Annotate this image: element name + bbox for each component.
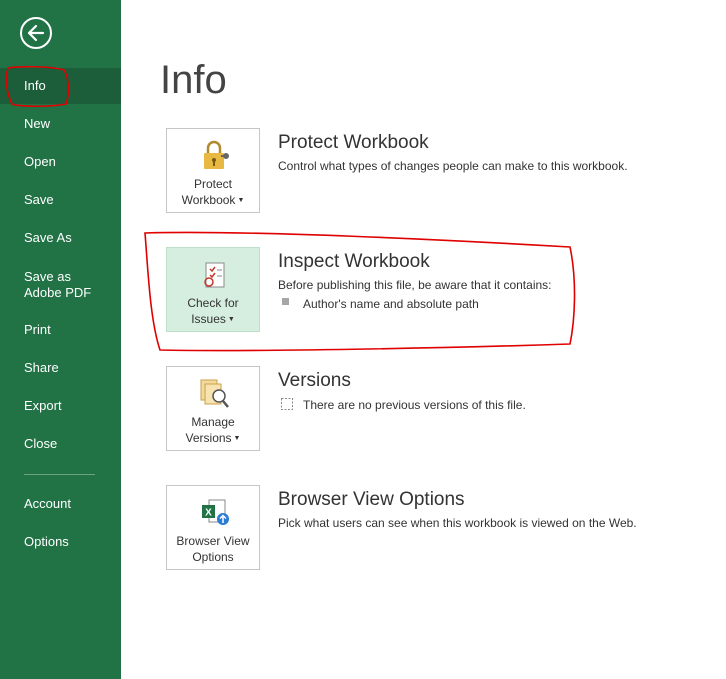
sidebar-item-save-as-adobe-pdf[interactable]: Save as Adobe PDF (0, 266, 110, 306)
backstage-sidebar: Info New Open Save Save As Save as Adobe… (0, 0, 121, 679)
inspect-workbook-title: Inspect Workbook (278, 251, 430, 272)
versions-item: There are no previous versions of this f… (303, 398, 526, 412)
sidebar-item-export[interactable]: Export (0, 388, 121, 424)
sidebar-item-save[interactable]: Save (0, 182, 121, 218)
dropdown-caret-icon: ▼ (233, 435, 241, 442)
browser-label-line1: Browser View (176, 534, 250, 548)
browser-view-options-button[interactable]: X Browser View Options (166, 485, 260, 570)
lock-key-icon (204, 140, 229, 169)
sidebar-item-options[interactable]: Options (0, 524, 121, 560)
manage-versions-button[interactable]: Manage Versions ▼ (166, 366, 260, 451)
page-title: Info (160, 58, 227, 102)
document-dotted-icon (281, 398, 293, 410)
sidebar-divider (24, 474, 95, 475)
inspect-item-author-path: Author's name and absolute path (303, 297, 479, 311)
protect-workbook-title: Protect Workbook (278, 132, 429, 153)
sidebar-item-print[interactable]: Print (0, 312, 121, 348)
inspect-label-line1: Check for (187, 296, 239, 310)
sidebar-item-save-as[interactable]: Save As (0, 220, 121, 256)
protect-workbook-button[interactable]: Protect Workbook ▼ (166, 128, 260, 213)
dropdown-caret-icon: ▼ (227, 316, 235, 323)
browser-view-options-title: Browser View Options (278, 489, 465, 510)
svg-text:X: X (205, 508, 212, 519)
versions-title: Versions (278, 370, 351, 391)
versions-label-line1: Manage (191, 415, 235, 429)
back-arrow-icon[interactable] (20, 17, 52, 49)
bullet-square-icon (282, 298, 289, 305)
browser-view-options-description: Pick what users can see when this workbo… (278, 516, 637, 530)
protect-label-line2: Workbook (181, 193, 236, 207)
protect-workbook-description: Control what types of changes people can… (278, 159, 628, 173)
versions-document-icon (200, 379, 229, 408)
inspect-document-icon (204, 262, 225, 288)
inspect-label-line2: Issues (191, 312, 226, 326)
excel-web-icon: X (202, 499, 229, 525)
sidebar-item-close[interactable]: Close (0, 426, 121, 462)
sidebar-item-account[interactable]: Account (0, 486, 121, 522)
sidebar-item-open[interactable]: Open (0, 144, 121, 180)
versions-label-line2: Versions (185, 431, 232, 445)
browser-label-line2: Options (192, 550, 234, 564)
sidebar-item-new[interactable]: New (0, 106, 121, 142)
sidebar-item-info[interactable]: Info (0, 68, 121, 104)
inspect-workbook-description: Before publishing this file, be aware th… (278, 278, 552, 292)
check-for-issues-button[interactable]: Check for Issues ▼ (166, 247, 260, 332)
protect-label-line1: Protect (193, 177, 232, 191)
sidebar-item-share[interactable]: Share (0, 350, 121, 386)
dropdown-caret-icon: ▼ (237, 197, 245, 204)
